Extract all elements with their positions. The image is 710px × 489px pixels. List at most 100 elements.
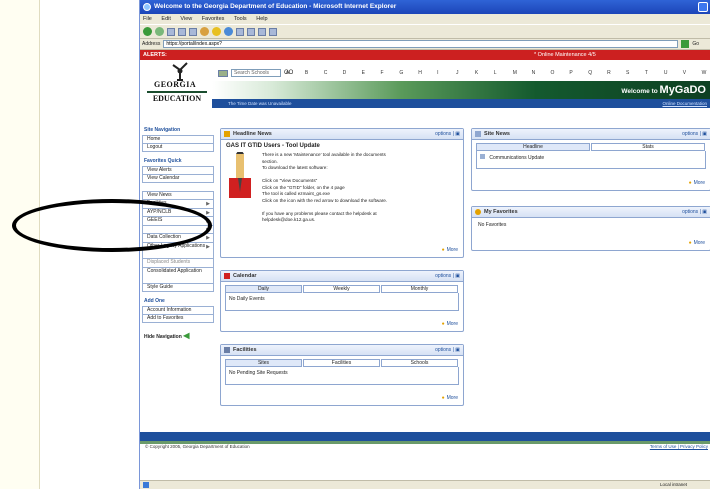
more-link[interactable]: More — [442, 321, 458, 327]
more-link[interactable]: More — [689, 180, 705, 186]
menu-file[interactable]: File — [143, 16, 152, 22]
calendar-tabs: Daily Weekly Monthly — [225, 285, 459, 293]
time-text[interactable]: The Time Date was Unavailable — [228, 101, 292, 106]
minimize-icon[interactable] — [698, 2, 708, 12]
sidebar-item-label: Other Legacy Applications — [147, 242, 206, 249]
search-icon[interactable] — [200, 27, 209, 36]
menu-help[interactable]: Help — [256, 16, 267, 22]
letter-link[interactable]: I — [437, 70, 456, 76]
go-label[interactable]: Go — [692, 41, 699, 47]
alert-label[interactable]: ALERTS: — [143, 52, 167, 58]
options-link[interactable]: options | ▣ — [682, 207, 707, 218]
letter-link[interactable]: J — [456, 70, 475, 76]
arrow-left-icon[interactable]: ◀ — [183, 331, 189, 340]
sidebar-item-blank[interactable]: ▶ — [142, 225, 214, 235]
favorites-icon[interactable] — [212, 27, 221, 36]
letter-link[interactable]: N — [532, 70, 551, 76]
tab-daily[interactable]: Daily — [225, 285, 302, 293]
sidebar-item-displaced[interactable]: Displaced Students — [142, 258, 214, 268]
letter-link[interactable]: O — [550, 70, 569, 76]
stop-icon[interactable] — [167, 27, 175, 36]
sidebar-item-consolidated[interactable]: Consolidated Application — [142, 267, 214, 284]
menu-view[interactable]: View — [180, 16, 192, 22]
tab-monthly[interactable]: Monthly — [381, 285, 458, 293]
more-link[interactable]: More — [442, 395, 458, 401]
logo-dept: EDUCATION — [147, 91, 207, 103]
sidebar-item-view-calendar[interactable]: View Calendar — [142, 174, 214, 184]
options-link[interactable]: options | ▣ — [435, 271, 460, 282]
favorites-heading: Favorites Quick — [144, 158, 182, 165]
search-row: Search Schools GO — [218, 69, 293, 77]
tab-schools[interactable]: Schools — [381, 359, 458, 367]
options-link[interactable]: options | ▣ — [435, 345, 460, 356]
sidebar-item-add-fav[interactable]: Add to Favorites — [142, 314, 214, 324]
back-icon[interactable] — [143, 27, 152, 36]
address-input[interactable]: https://portal/index.aspx? — [163, 40, 679, 48]
tab-sites[interactable]: Sites — [225, 359, 302, 367]
options-link[interactable]: options | ▣ — [435, 129, 460, 140]
welcome-text: Welcome to MyGaDO — [621, 84, 706, 96]
refresh-icon[interactable] — [178, 27, 186, 36]
add-group: Account Information Add to Favorites — [142, 306, 214, 324]
terms-link[interactable]: Terms of Use | Privacy Policy — [650, 444, 708, 449]
letter-link[interactable]: C — [324, 70, 343, 76]
letter-link[interactable]: S — [626, 70, 645, 76]
tab-headline[interactable]: Headline — [476, 143, 590, 151]
sidebar-item-view-alerts[interactable]: View Alerts — [142, 166, 214, 175]
mail-icon[interactable] — [247, 27, 255, 36]
letter-link[interactable]: T — [645, 70, 664, 76]
print-icon[interactable] — [258, 27, 266, 36]
tab-facilities[interactable]: Facilities — [303, 359, 380, 367]
letter-link[interactable]: W — [702, 70, 710, 76]
sidebar-item-data-collection[interactable]: Data Collection ▶ — [142, 234, 214, 243]
search-schools-input[interactable]: Search Schools — [231, 69, 281, 77]
home-icon[interactable] — [189, 27, 197, 36]
letter-link[interactable]: F — [380, 70, 399, 76]
sidebar-item-style-guide[interactable]: Style Guide — [142, 283, 214, 293]
letter-link[interactable]: R — [607, 70, 626, 76]
sidebar-item-facilities[interactable]: Facilities ▶ — [142, 199, 214, 209]
site-news-item[interactable]: Communications Update — [489, 155, 544, 161]
portlet-title: My Favorites — [484, 209, 518, 215]
hide-navigation[interactable]: Hide Navigation ◀ — [144, 331, 214, 340]
letter-link[interactable]: P — [569, 70, 588, 76]
edit-icon[interactable] — [269, 27, 277, 36]
letter-link[interactable]: U — [664, 70, 683, 76]
letter-link[interactable]: E — [362, 70, 381, 76]
letter-link[interactable]: V — [683, 70, 702, 76]
online-docs-link[interactable]: Online Documentation — [662, 99, 707, 108]
menu-favorites[interactable]: Favorites — [202, 16, 225, 22]
menu-edit[interactable]: Edit — [161, 16, 170, 22]
address-bar: Address https://portal/index.aspx? Go — [140, 39, 710, 50]
tab-weekly[interactable]: Weekly — [303, 285, 380, 293]
sidebar-item-view-news[interactable]: View News — [142, 191, 214, 200]
sidebar-item-home[interactable]: Home — [142, 135, 214, 144]
sidebar-item-account[interactable]: Account Information — [142, 306, 214, 315]
more-link[interactable]: More — [442, 247, 458, 253]
options-link[interactable]: options | ▣ — [682, 129, 707, 140]
letter-link[interactable]: H — [418, 70, 437, 76]
letter-link[interactable]: M — [513, 70, 532, 76]
forward-icon[interactable] — [155, 27, 164, 36]
letter-link[interactable]: K — [475, 70, 494, 76]
go-icon[interactable] — [681, 40, 690, 48]
letter-link[interactable]: L — [494, 70, 513, 76]
sidebar-item-geeis[interactable]: GEEIS ▶ — [142, 217, 214, 226]
sidebar-item-logout[interactable]: Logout — [142, 143, 214, 153]
letter-link[interactable]: G — [399, 70, 418, 76]
letter-link[interactable]: D — [343, 70, 362, 76]
tab-stats[interactable]: Stats — [591, 143, 705, 151]
letter-link[interactable]: A — [286, 70, 305, 76]
media-icon[interactable] — [224, 27, 233, 36]
footer-bar — [140, 432, 710, 441]
letter-link[interactable]: Q — [588, 70, 607, 76]
sidebar-item-ayp[interactable]: AYP/NCLB ▶ — [142, 208, 214, 218]
chevron-right-icon: ▶ — [206, 218, 210, 225]
sidebar-item-legacy[interactable]: Other Legacy Applications ▶ — [142, 242, 214, 259]
more-link[interactable]: More — [689, 240, 705, 246]
history-icon[interactable] — [236, 27, 244, 36]
letter-link[interactable]: B — [305, 70, 324, 76]
menu-tools[interactable]: Tools — [234, 16, 247, 22]
facilities-portlet: Facilities options | ▣ Sites Facilities … — [220, 344, 464, 406]
headline-line: helpdesk@doe.k12.ga.us. — [262, 217, 316, 222]
